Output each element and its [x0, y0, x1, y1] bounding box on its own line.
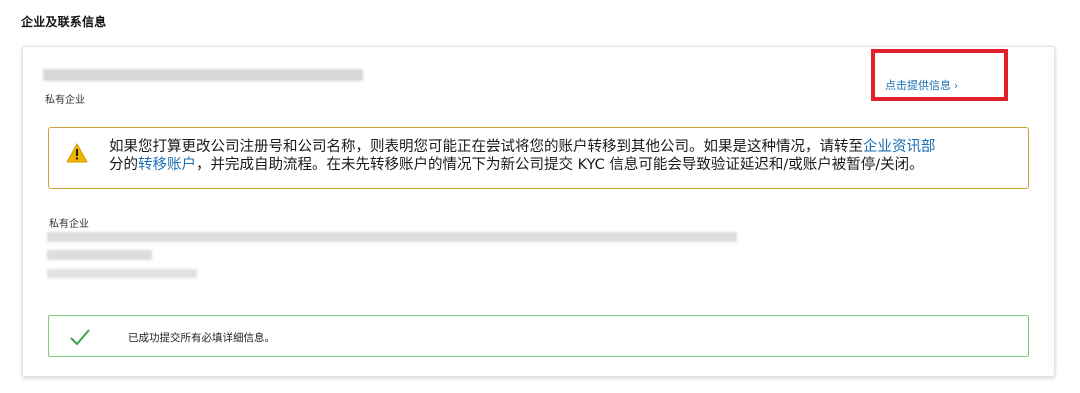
company-contact-card: 私有企业 点击提供信息 › 如果您打算更改公司注册号和公司名称，则表明您可能正在尝…	[22, 46, 1055, 377]
redacted-address-line-3	[47, 269, 197, 278]
warning-text-part2: 分的	[109, 157, 138, 173]
warning-triangle-icon	[66, 143, 88, 163]
page: 企业及联系信息 私有企业 点击提供信息 › 如果您打算更改公司注册号和公司名称，则…	[0, 0, 1080, 393]
warning-text-part3: ，并完成自助流程。在未先转移账户的情况下为新公司提交 KYC 信息可能会导致验证…	[196, 157, 924, 173]
warning-text-part1: 如果您打算更改公司注册号和公司名称，则表明您可能正在尝试将您的账户转移到其他公司…	[109, 139, 863, 155]
success-message: 已成功提交所有必填详细信息。	[128, 332, 275, 344]
chevron-right-icon: ›	[954, 81, 958, 92]
check-icon	[70, 329, 90, 346]
warning-message: 如果您打算更改公司注册号和公司名称，则表明您可能正在尝试将您的账户转移到其他公司…	[109, 138, 1009, 174]
provide-info-link[interactable]: 点击提供信息 ›	[885, 77, 958, 93]
business-info-link[interactable]: 企业资讯部	[863, 139, 936, 155]
highlight-annotation-box	[871, 49, 1008, 101]
company-type-label: 私有企业	[45, 95, 85, 106]
success-alert: 已成功提交所有必填详细信息。	[48, 315, 1029, 357]
transfer-account-link[interactable]: 转移账户	[138, 157, 196, 173]
warning-alert: 如果您打算更改公司注册号和公司名称，则表明您可能正在尝试将您的账户转移到其他公司…	[48, 127, 1029, 189]
redacted-address-line-2	[47, 250, 152, 260]
provide-info-label: 点击提供信息	[885, 79, 951, 92]
section-title: 企业及联系信息	[21, 15, 107, 29]
company-type-label-2: 私有企业	[49, 219, 89, 230]
redacted-company-name	[43, 69, 363, 81]
redacted-address-line-1	[47, 232, 737, 242]
